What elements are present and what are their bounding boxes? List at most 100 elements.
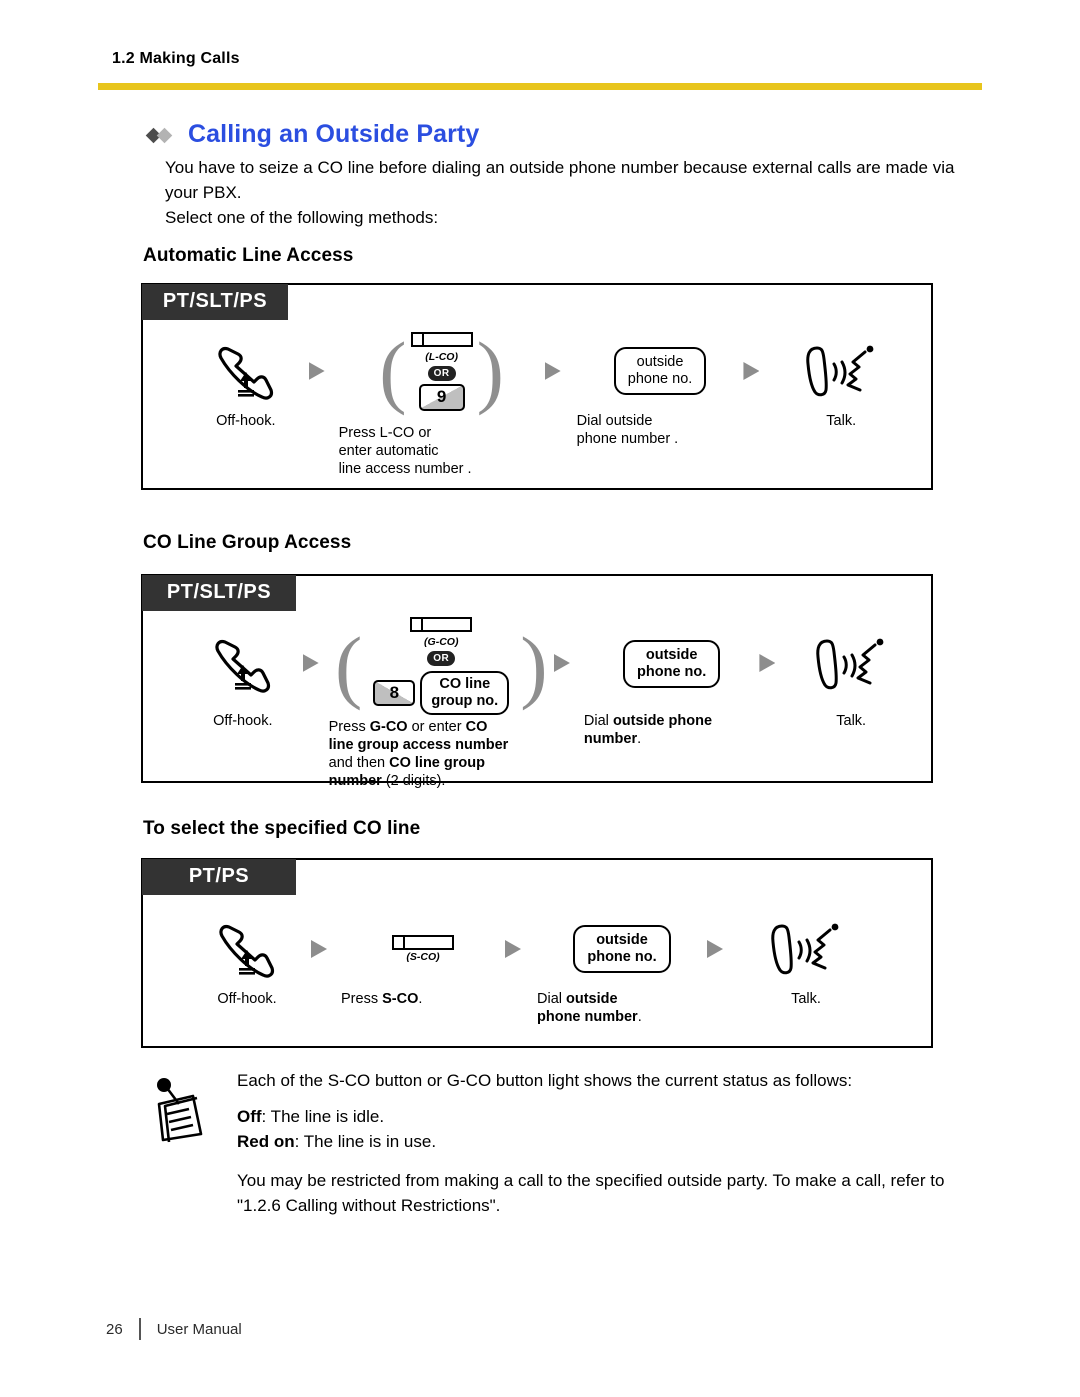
note-line-off: Off: The line is idle. — [237, 1107, 385, 1126]
flow-arrow-icon — [302, 654, 319, 672]
step-caption: Press G-CO or enter CO line group access… — [329, 718, 554, 790]
outside-phone-bubble-art: outside phone no. — [573, 908, 671, 990]
flow-arrow-icon — [707, 940, 723, 958]
bubble-line: outside — [645, 647, 698, 663]
key-or-dial-bubble-art: ( (G-CO) OR 8 CO line group no.) — [335, 616, 548, 716]
outside-phone-bubble: outside phone no. — [573, 925, 671, 973]
step-dial-outside: outside phone no. Dial outside phone num… — [577, 330, 744, 448]
step-talk: Talk. — [741, 908, 871, 1008]
step-talk: Talk. — [791, 616, 911, 730]
caption-line: phone number. — [537, 1009, 642, 1025]
caption-line: Press G-CO or enter CO — [328, 719, 488, 735]
dial-key-icon: 8 — [373, 680, 416, 706]
caption-line: and then CO line group — [328, 755, 485, 771]
step-caption: Talk. — [836, 713, 867, 729]
bubble-line: CO line — [439, 676, 491, 692]
step-caption: Off-hook. — [216, 413, 276, 429]
page-footer: 26 User Manual — [106, 1318, 242, 1340]
step-press-gco: ( (G-CO) OR 8 CO line group no.) Press … — [329, 616, 554, 790]
step-caption: Press S-CO. — [341, 990, 505, 1008]
paren-right: ) — [520, 620, 548, 712]
caption-line: enter automatic — [338, 443, 439, 459]
memo-note-icon-svg — [157, 1078, 203, 1143]
talk-icon-svg — [806, 345, 874, 397]
offhook-handset-icon — [207, 616, 279, 712]
outside-phone-bubble: outside phone no. — [623, 640, 721, 688]
step-off-hook: Off-hook. — [183, 616, 303, 730]
outside-phone-bubble: outside phone no. — [613, 347, 707, 395]
co-line-group-no-bubble: CO line group no. — [420, 671, 510, 715]
bubble-line: phone no. — [627, 371, 693, 387]
page-title: Calling an Outside Party — [145, 120, 480, 149]
talk-icon — [803, 330, 879, 412]
paren-left: ( — [334, 620, 363, 712]
intro-line2: Select one of the following methods: — [165, 208, 439, 227]
flow-arrow-icon — [505, 940, 521, 958]
footer-doc-label: User Manual — [156, 1320, 242, 1338]
caption-line: Dial outside — [576, 413, 653, 429]
page-title-text: Calling an Outside Party — [188, 120, 480, 148]
step-dial-outside: outside phone no. Dial outside phone num… — [537, 908, 707, 1026]
note-line-red-on: Red on: The line is in use. — [237, 1132, 437, 1151]
caption-line: line access number . — [338, 461, 472, 477]
or-pill: OR — [427, 365, 456, 381]
bubble-line: phone no. — [637, 664, 707, 680]
key-only-art: (S-CO) — [392, 908, 454, 990]
offhook-handset-icon-svg — [219, 924, 275, 978]
step-caption: Talk. — [826, 413, 857, 429]
device-tag: PT/SLT/PS — [142, 284, 288, 320]
talk-icon — [813, 616, 889, 712]
co-key-label: (L-CO) — [425, 350, 458, 363]
step-caption: Off-hook. — [217, 991, 277, 1007]
step-caption: Dial outside phone number . — [577, 412, 744, 448]
caption-line: number. — [583, 731, 642, 747]
header-rule — [98, 83, 982, 90]
diagram-box-select-specified-co-line: PT/PS Off-hook. (S-CO) Press S-CO. outsi… — [141, 858, 933, 1048]
step-caption: Dial outside phone number. — [537, 990, 707, 1026]
bubble-line: outside — [596, 932, 648, 948]
talk-icon-svg — [816, 638, 884, 690]
flow-arrow-icon — [743, 362, 760, 380]
offhook-handset-icon — [211, 908, 283, 990]
device-tag: PT/PS — [142, 859, 296, 895]
step-press-sco: (S-CO) Press S-CO. — [341, 908, 505, 1008]
key-or-dial-art: ( (L-CO) OR 9 ) — [379, 322, 504, 420]
step-press-lco: ( (L-CO) OR 9 ) Press L-CO or enter auto… — [339, 330, 545, 478]
caption-line: Dial outside — [537, 991, 618, 1007]
caption-line: line group access number — [328, 737, 509, 753]
step-off-hook: Off-hook. — [183, 908, 311, 1008]
flow-arrow-icon — [759, 654, 776, 672]
co-line-key-icon — [410, 331, 473, 347]
co-key-label: (S-CO) — [406, 951, 440, 963]
step-caption: Off-hook. — [213, 713, 273, 729]
step-caption: Dial outside phone number. — [584, 712, 759, 748]
diagram-box-automatic-line-access: PT/SLT/PS Off-hook. ((L-CO) OR 9) Pres… — [141, 283, 933, 490]
flow-arrow-icon — [553, 654, 570, 672]
caption-line: Press S-CO. — [341, 991, 423, 1007]
flow-arrow-icon — [308, 362, 325, 380]
outside-phone-bubble-art: outside phone no. — [623, 616, 721, 712]
outside-phone-bubble-art: outside phone no. — [613, 330, 707, 412]
talk-icon-svg — [771, 923, 839, 975]
step-talk: Talk. — [777, 330, 905, 430]
memo-note-icon — [149, 1074, 213, 1155]
double-diamond-icon — [145, 126, 178, 144]
note-line-restriction: You may be restricted from making a call… — [237, 1171, 945, 1215]
step-off-hook: Off-hook. — [183, 330, 309, 430]
section-heading-co-line-group-access: CO Line Group Access — [143, 532, 352, 553]
offhook-handset-icon — [210, 330, 282, 412]
step-caption: Press L-CO or enter automatic line acces… — [339, 424, 545, 478]
diagram-box-co-line-group-access: PT/SLT/PS Off-hook. ((G-CO) OR 8 CO lin… — [141, 574, 933, 789]
paren-right: ) — [476, 325, 504, 417]
caption-line: Dial outside phone — [583, 713, 713, 729]
paren-left: ( — [379, 325, 407, 417]
co-line-group-key-icon — [410, 617, 473, 632]
talk-icon — [768, 908, 844, 990]
step-caption: Talk. — [791, 991, 821, 1007]
flow-arrow-icon — [311, 940, 327, 958]
section-heading-automatic-line-access: Automatic Line Access — [143, 245, 354, 266]
offhook-handset-icon-svg — [218, 346, 273, 400]
footer-divider — [138, 1318, 141, 1340]
single-co-line-key-icon — [392, 935, 454, 950]
bubble-line: outside — [636, 354, 684, 370]
